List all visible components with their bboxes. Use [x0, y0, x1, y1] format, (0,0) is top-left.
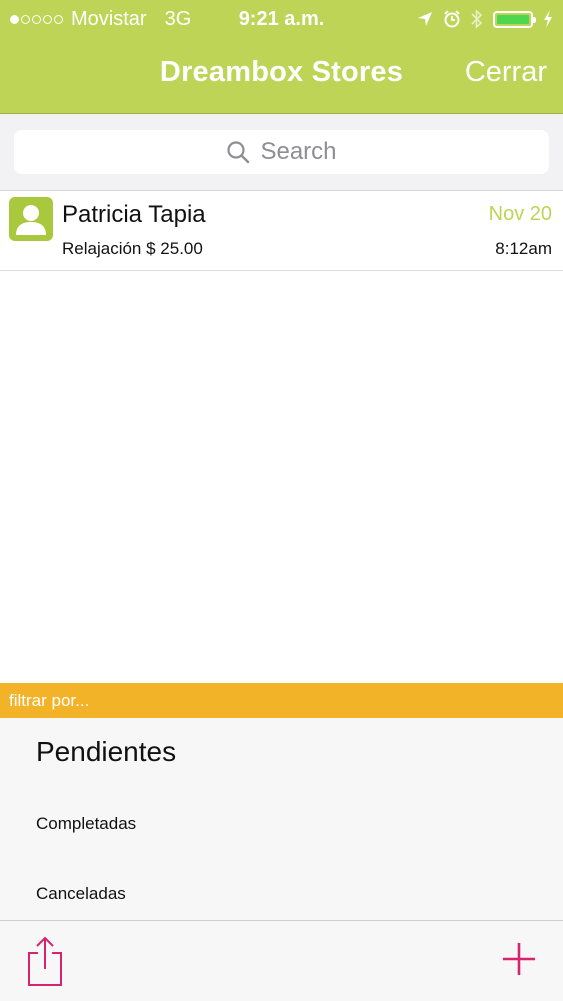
search-placeholder: Search — [260, 138, 337, 165]
share-button[interactable] — [26, 935, 64, 987]
filter-option-completadas[interactable]: Completadas — [36, 814, 136, 834]
add-button[interactable] — [501, 941, 537, 977]
status-bar: Movistar 3G 9:21 a.m. — [0, 0, 563, 38]
charging-bolt-icon — [544, 10, 552, 28]
search-input[interactable]: Search — [14, 130, 549, 174]
filter-header: filtrar por... — [0, 683, 563, 718]
status-right — [417, 0, 553, 38]
person-icon — [9, 197, 53, 241]
filter-option-canceladas[interactable]: Canceladas — [36, 884, 126, 904]
order-time: 8:12am — [495, 239, 552, 258]
share-icon — [28, 936, 62, 986]
bottom-toolbar — [0, 920, 563, 1001]
customer-name: Patricia Tapia — [62, 201, 206, 228]
search-icon — [227, 141, 250, 164]
order-detail: Relajación $ 25.00 — [62, 239, 203, 258]
list-item[interactable]: Patricia Tapia Relajación $ 25.00 Nov 20… — [0, 191, 563, 271]
battery-level — [497, 14, 529, 24]
app-header: Movistar 3G 9:21 a.m. Dreambox Stores Ce… — [0, 0, 563, 114]
alarm-icon — [444, 10, 460, 28]
bluetooth-icon — [471, 9, 483, 29]
filter-picker[interactable]: Pendientes Completadas Canceladas — [0, 718, 563, 920]
plus-icon — [503, 943, 535, 975]
close-button[interactable]: Cerrar — [465, 56, 547, 89]
search-bar: Search — [0, 114, 563, 191]
battery-icon — [493, 10, 536, 28]
filter-option-pendientes[interactable]: Pendientes — [36, 736, 176, 768]
order-date: Nov 20 — [488, 203, 552, 225]
location-arrow-icon — [418, 12, 432, 26]
